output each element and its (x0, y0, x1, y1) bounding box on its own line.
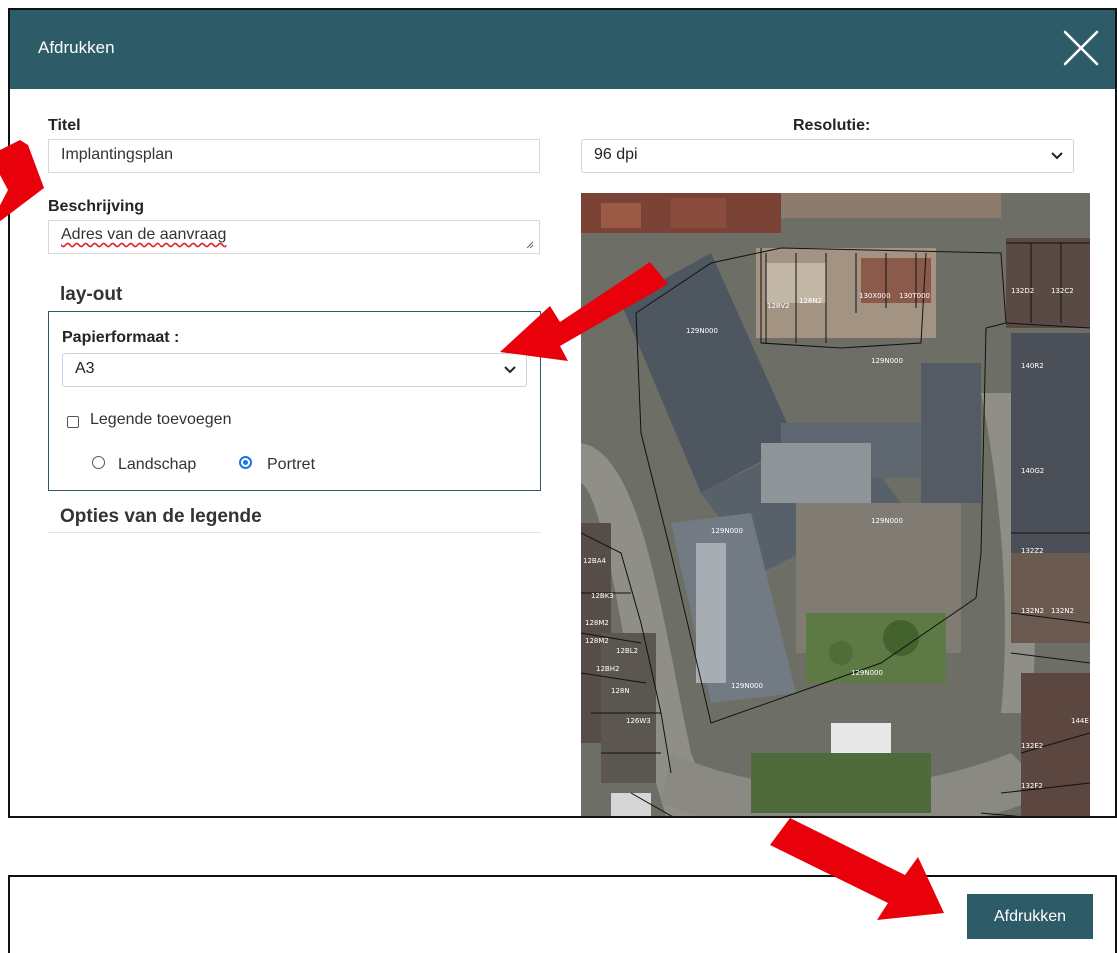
resize-grip-icon[interactable] (525, 240, 534, 249)
svg-text:144E: 144E (1071, 717, 1089, 725)
titel-input[interactable]: Implantingsplan (48, 139, 540, 173)
map-preview[interactable]: 128V2 128N2 130X000 130T000 132D2 132C2 … (581, 193, 1090, 818)
svg-text:128N: 128N (611, 687, 630, 695)
titel-label: Titel (48, 117, 81, 134)
landschap-label: Landschap (118, 456, 197, 473)
beschrijving-textarea[interactable]: Adres van de aanvraag (48, 220, 540, 254)
svg-text:132N2: 132N2 (1021, 607, 1044, 615)
svg-text:128M2: 128M2 (585, 619, 609, 627)
portret-radio[interactable] (239, 456, 252, 469)
legende-checkbox[interactable] (67, 416, 79, 428)
svg-text:12BK3: 12BK3 (591, 592, 614, 600)
layout-panel: Papierformaat : A3 Legende toevoegen Lan… (48, 311, 541, 491)
chevron-down-icon (1051, 152, 1063, 160)
close-icon[interactable] (1059, 26, 1103, 70)
print-dialog: Afdrukken Titel Implantingsplan Beschrij… (8, 8, 1117, 818)
svg-text:129N000: 129N000 (731, 682, 763, 690)
papierformaat-select[interactable]: A3 (62, 353, 527, 387)
papierformaat-label: Papierformaat : (62, 329, 180, 346)
svg-text:12BA4: 12BA4 (583, 557, 606, 565)
svg-text:132F2: 132F2 (1021, 782, 1043, 790)
svg-text:132E2: 132E2 (1021, 742, 1043, 750)
dialog-header: Afdrukken (10, 10, 1115, 89)
dialog-footer: Afdrukken (8, 875, 1117, 953)
svg-text:143A8: 143A8 (651, 817, 674, 818)
svg-text:12BH2: 12BH2 (596, 665, 619, 673)
svg-text:128V2: 128V2 (767, 302, 790, 310)
resolutie-select[interactable]: 96 dpi (581, 139, 1074, 173)
svg-text:129N000: 129N000 (871, 357, 903, 365)
titel-value: Implantingsplan (61, 146, 174, 163)
svg-text:132Z2: 132Z2 (1021, 547, 1044, 555)
landschap-radio[interactable] (92, 456, 105, 469)
beschrijving-label: Beschrijving (48, 198, 145, 215)
svg-text:126W3: 126W3 (626, 717, 651, 725)
svg-text:129N000: 129N000 (711, 527, 743, 535)
beschrijving-text: Adres van de aanvraag (61, 226, 227, 243)
resolutie-label: Resolutie: (793, 117, 871, 134)
svg-text:130X000: 130X000 (859, 292, 891, 300)
layout-heading: lay-out (60, 284, 123, 305)
svg-text:132N2: 132N2 (1051, 607, 1074, 615)
chevron-down-icon (504, 366, 516, 374)
svg-text:129N000: 129N000 (871, 517, 903, 525)
divider (48, 532, 541, 533)
resolutie-value: 96 dpi (594, 146, 638, 163)
legende-label: Legende toevoegen (90, 411, 232, 428)
papierformaat-value: A3 (75, 360, 95, 377)
print-button[interactable]: Afdrukken (967, 894, 1093, 939)
svg-text:140G2: 140G2 (1021, 467, 1044, 475)
svg-text:132C2: 132C2 (1051, 287, 1074, 295)
svg-text:12BL2: 12BL2 (616, 647, 638, 655)
svg-text:130T000: 130T000 (899, 292, 930, 300)
dialog-title: Afdrukken (38, 38, 115, 57)
svg-text:129N000: 129N000 (851, 669, 883, 677)
portret-label: Portret (267, 456, 316, 473)
aerial-map-image: 128V2 128N2 130X000 130T000 132D2 132C2 … (581, 193, 1090, 818)
svg-text:128M2: 128M2 (585, 637, 609, 645)
legend-options-heading: Opties van de legende (60, 506, 262, 527)
svg-text:140R2: 140R2 (1021, 362, 1044, 370)
svg-text:129N000: 129N000 (686, 327, 718, 335)
svg-text:132D2: 132D2 (1011, 287, 1034, 295)
svg-text:128N2: 128N2 (799, 297, 822, 305)
